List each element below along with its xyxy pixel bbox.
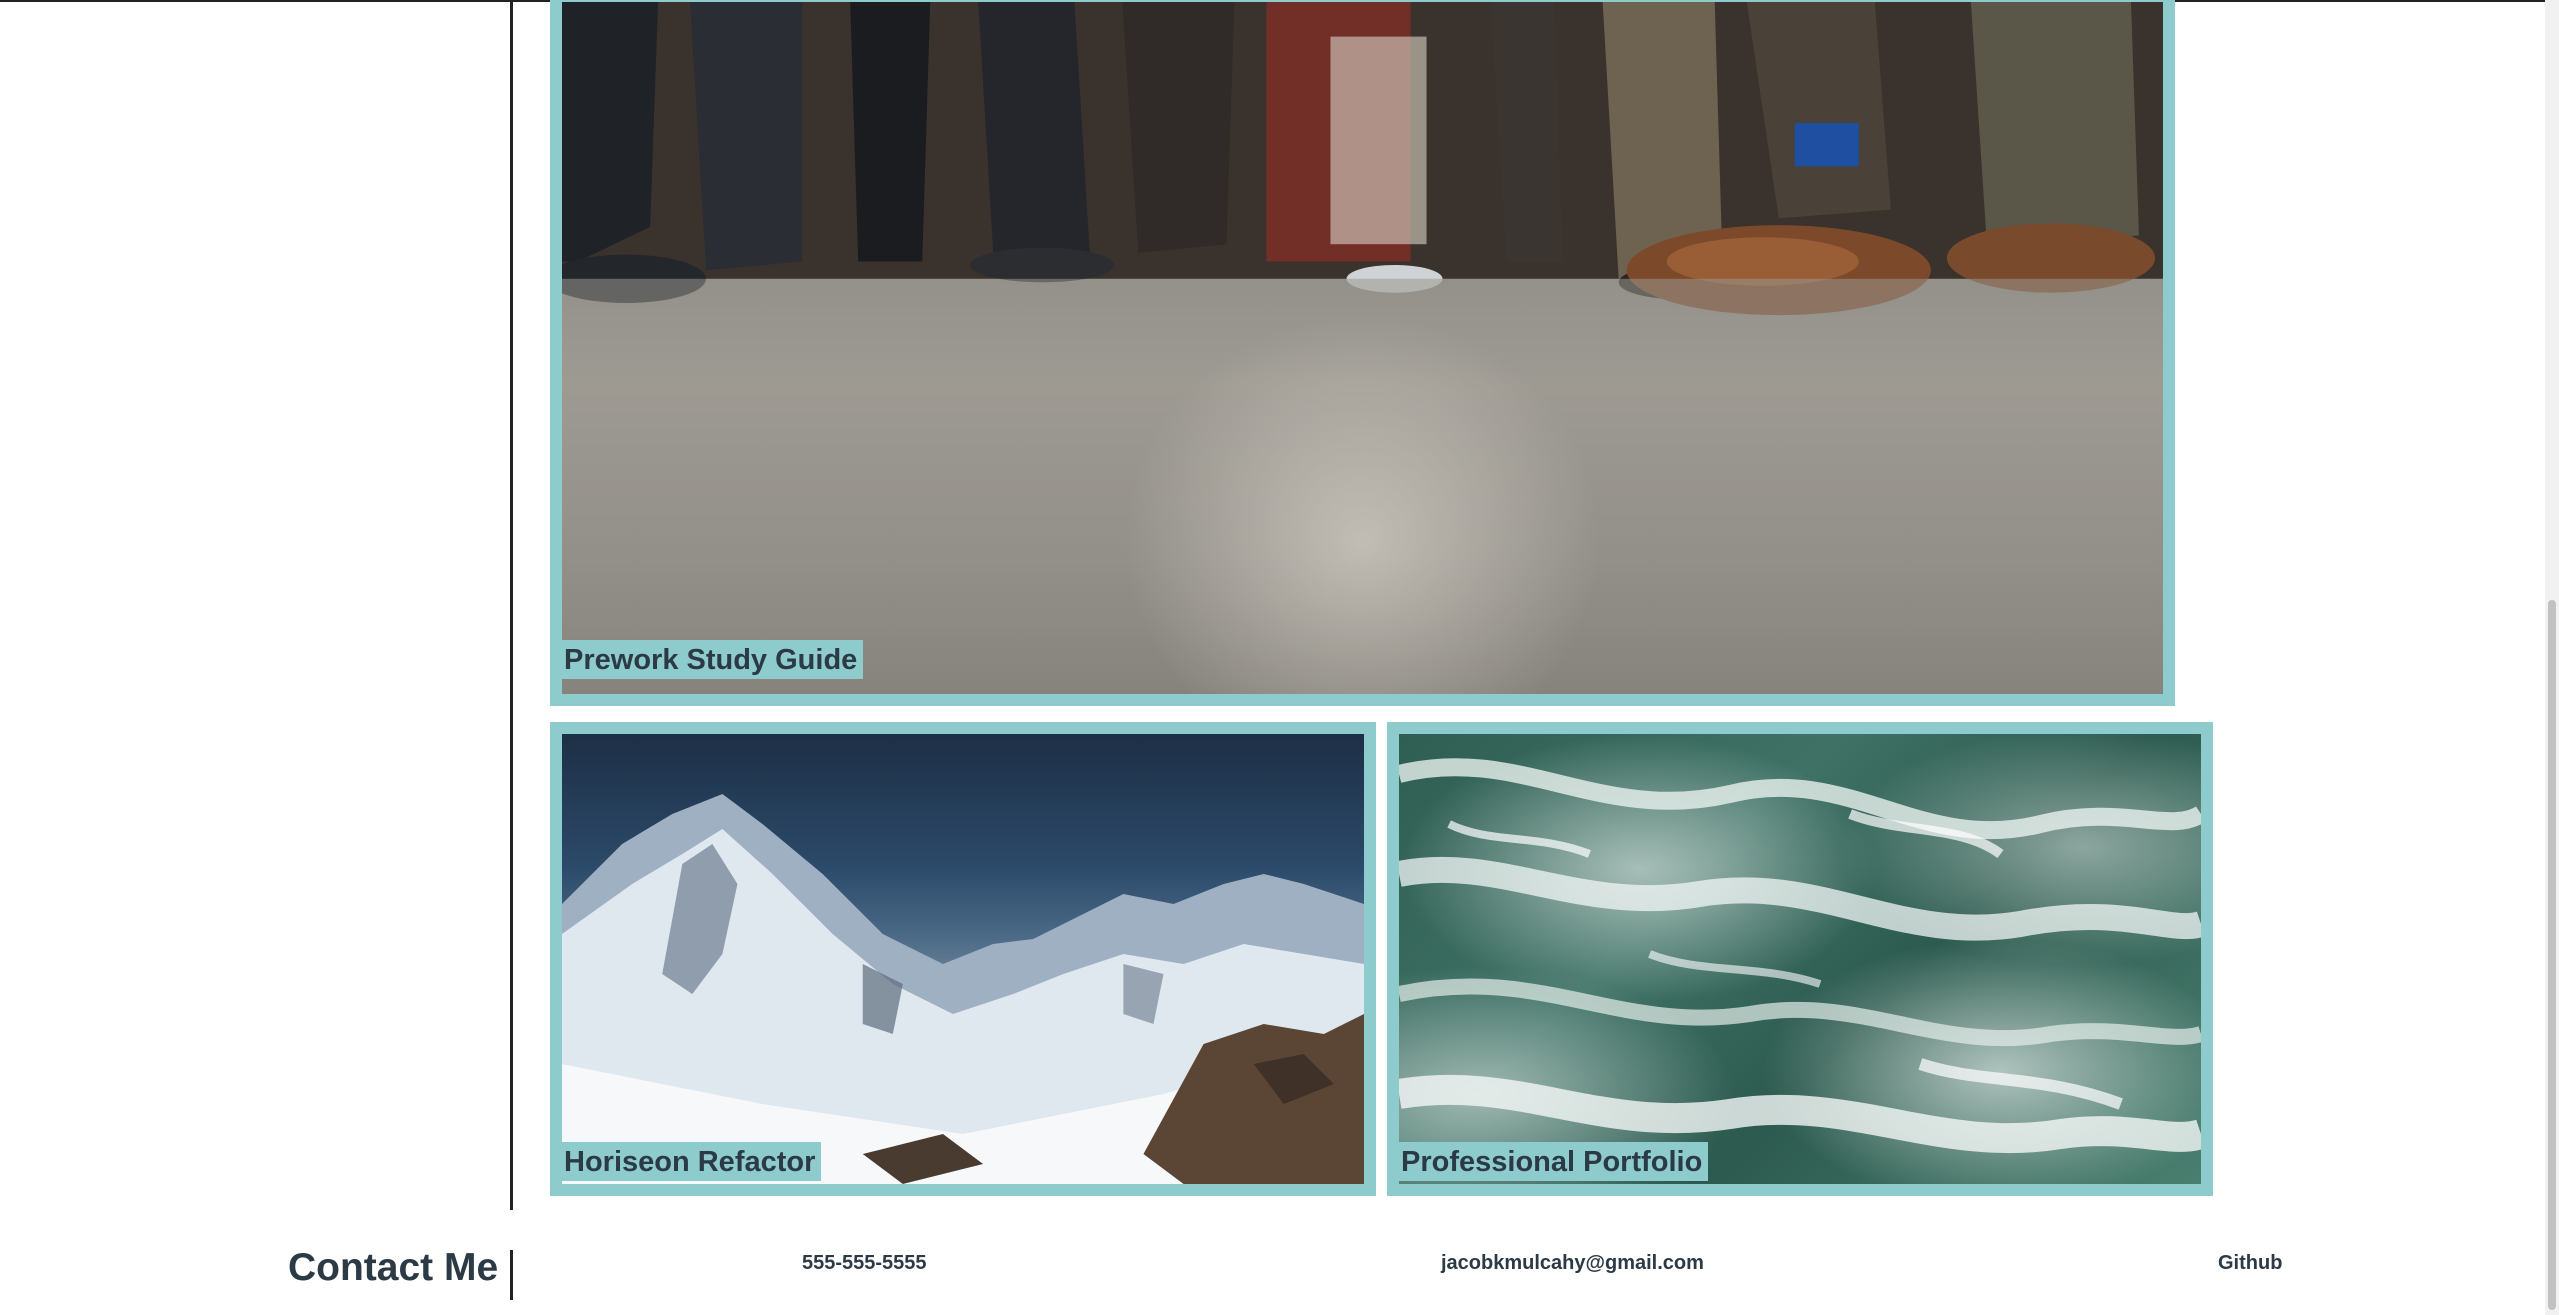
contact-heading: Contact Me bbox=[288, 1246, 499, 1289]
section-divider-line bbox=[510, 0, 513, 1210]
project-card-prework[interactable]: Prework Study Guide bbox=[550, 0, 2175, 706]
email-link[interactable]: jacobkmulcahy@gmail.com bbox=[1441, 1253, 1704, 1273]
project-title[interactable]: Horiseon Refactor bbox=[562, 1142, 822, 1181]
contact-divider-line bbox=[510, 1250, 513, 1300]
project-card-horiseon[interactable]: Horiseon Refactor bbox=[550, 722, 1376, 1196]
project-title[interactable]: Prework Study Guide bbox=[562, 640, 864, 679]
snowy-mountains-photo bbox=[562, 734, 1364, 1184]
floor-light-reflection bbox=[1122, 313, 1603, 694]
portfolio-page: Prework Study Guide Horiseon Refactor Pr… bbox=[0, 0, 2559, 1315]
project-card-portfolio[interactable]: Professional Portfolio bbox=[1387, 722, 2213, 1196]
page-scrollbar[interactable] bbox=[2545, 0, 2559, 1315]
phone-link[interactable]: 555-555-5555 bbox=[802, 1253, 927, 1273]
bus-passengers-photo bbox=[562, 2, 2163, 694]
ocean-waves-photo bbox=[1399, 734, 2201, 1184]
project-title[interactable]: Professional Portfolio bbox=[1399, 1142, 1709, 1181]
github-link[interactable]: Github bbox=[2218, 1253, 2282, 1273]
scrollbar-thumb[interactable] bbox=[2548, 600, 2556, 1310]
